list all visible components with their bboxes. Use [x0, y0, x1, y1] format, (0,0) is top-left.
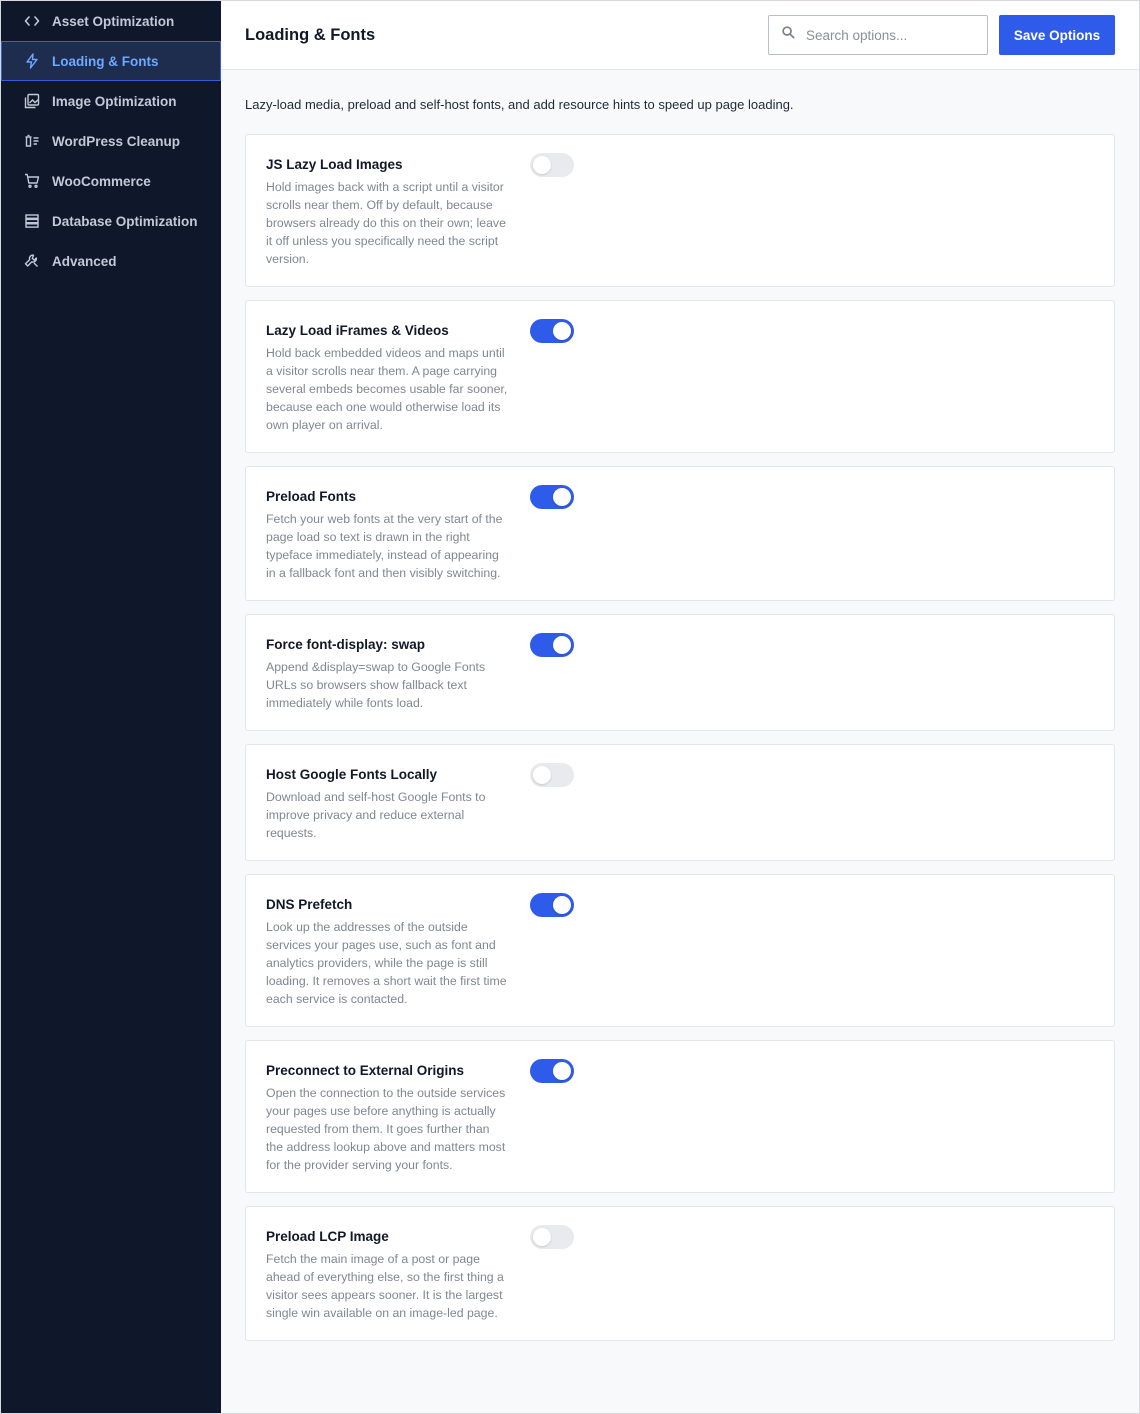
code-icon	[23, 12, 41, 30]
option-title: Preload LCP Image	[266, 1229, 389, 1244]
sidebar-item-label: Database Optimization	[52, 213, 198, 229]
toggle-host-google-fonts-locally[interactable]	[530, 763, 574, 787]
search-input[interactable]	[806, 27, 966, 43]
sidebar-item-loading-fonts[interactable]: Loading & Fonts	[1, 41, 221, 81]
toggle-force-font-display-swap[interactable]	[530, 633, 574, 657]
page-title: Loading & Fonts	[245, 25, 376, 44]
option-description: Hold back embedded videos and maps until…	[266, 346, 508, 432]
option-description: Append &display=swap to Google Fonts URL…	[266, 660, 486, 710]
option-title: JS Lazy Load Images	[266, 157, 403, 172]
option-description: Look up the addresses of the outside ser…	[266, 920, 507, 1006]
option-description: Fetch the main image of a post or page a…	[266, 1252, 504, 1320]
sidebar: Asset Optimization Loading & Fonts Image…	[1, 1, 221, 1413]
option-card-host-google-fonts-locally: Host Google Fonts Locally Download and s…	[245, 744, 1115, 861]
sidebar-item-label: Advanced	[52, 253, 117, 269]
option-card-js-lazy-load-images: JS Lazy Load Images Hold images back wit…	[245, 134, 1115, 287]
sidebar-item-label: Image Optimization	[52, 93, 177, 109]
toggle-preload-fonts[interactable]	[530, 485, 574, 509]
wrench-icon	[23, 252, 41, 270]
sidebar-item-advanced[interactable]: Advanced	[1, 241, 221, 281]
toggle-js-lazy-load-images[interactable]	[530, 153, 574, 177]
toggle-knob	[553, 896, 571, 914]
option-title: Host Google Fonts Locally	[266, 767, 438, 782]
settings-content: Lazy-load media, preload and self-host f…	[221, 70, 1139, 1341]
toggle-lazy-load-iframes-videos[interactable]	[530, 319, 574, 343]
sidebar-item-wordpress-cleanup[interactable]: WordPress Cleanup	[1, 121, 221, 161]
option-title: Lazy Load iFrames & Videos	[266, 323, 449, 338]
toggle-dns-prefetch[interactable]	[530, 893, 574, 917]
main-panel: Loading & Fonts Save Options Lazy-load m…	[221, 1, 1139, 1413]
sidebar-item-image-optimization[interactable]: Image Optimization	[1, 81, 221, 121]
toggle-knob	[533, 156, 551, 174]
toggle-preload-lcp-image[interactable]	[530, 1225, 574, 1249]
trash-list-icon	[23, 132, 41, 150]
image-icon	[23, 92, 41, 110]
option-title: Preload Fonts	[266, 489, 357, 504]
search-icon	[781, 25, 806, 45]
option-title: Preconnect to External Origins	[266, 1063, 465, 1078]
option-description: Fetch your web fonts at the very start o…	[266, 512, 503, 580]
option-card-lazy-load-iframes-videos: Lazy Load iFrames & Videos Hold back emb…	[245, 300, 1115, 453]
sidebar-item-database-optimization[interactable]: Database Optimization	[1, 201, 221, 241]
sidebar-item-asset-optimization[interactable]: Asset Optimization	[1, 1, 221, 41]
option-card-preload-lcp-image: Preload LCP Image Fetch the main image o…	[245, 1206, 1115, 1341]
option-title: DNS Prefetch	[266, 897, 353, 912]
save-options-button[interactable]: Save Options	[999, 15, 1115, 55]
toggle-preconnect-external-origins[interactable]	[530, 1059, 574, 1083]
search-box[interactable]	[768, 15, 988, 55]
toggle-knob	[553, 1062, 571, 1080]
cart-icon	[23, 172, 41, 190]
option-card-force-font-display-swap: Force font-display: swap Append &display…	[245, 614, 1115, 731]
toggle-knob	[533, 1228, 551, 1246]
lightning-icon	[23, 52, 41, 70]
option-title: Force font-display: swap	[266, 637, 426, 652]
option-description: Hold images back with a script until a v…	[266, 180, 506, 266]
app-frame: Asset Optimization Loading & Fonts Image…	[0, 0, 1140, 1414]
sidebar-item-label: WordPress Cleanup	[52, 133, 181, 149]
option-card-dns-prefetch: DNS Prefetch Look up the addresses of th…	[245, 874, 1115, 1027]
toggle-knob	[553, 488, 571, 506]
option-card-preconnect-external-origins: Preconnect to External Origins Open the …	[245, 1040, 1115, 1193]
toggle-knob	[533, 766, 551, 784]
page-header: Loading & Fonts Save Options	[221, 1, 1139, 70]
sidebar-item-woocommerce[interactable]: WooCommerce	[1, 161, 221, 201]
option-description: Download and self-host Google Fonts to i…	[266, 790, 486, 840]
toggle-knob	[553, 322, 571, 340]
toggle-knob	[553, 636, 571, 654]
sidebar-item-label: Loading & Fonts	[52, 53, 159, 69]
database-icon	[23, 212, 41, 230]
option-description: Open the connection to the outside servi…	[266, 1086, 506, 1172]
sidebar-item-label: Asset Optimization	[52, 13, 175, 29]
sidebar-item-label: WooCommerce	[52, 173, 151, 189]
page-description: Lazy-load media, preload and self-host f…	[245, 97, 794, 112]
option-card-preload-fonts: Preload Fonts Fetch your web fonts at th…	[245, 466, 1115, 601]
